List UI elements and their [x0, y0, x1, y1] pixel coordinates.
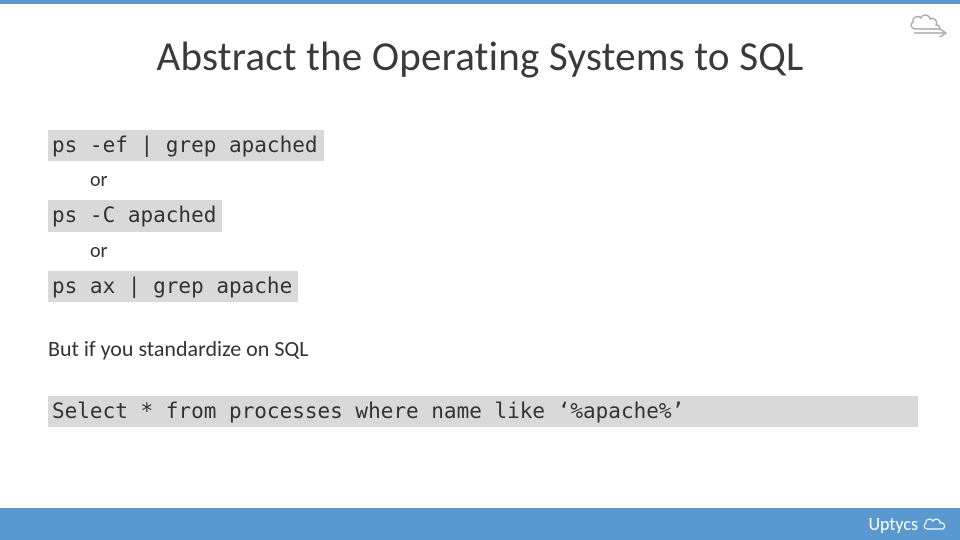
sql-code-text: Select * from processes where name like … [48, 396, 918, 427]
code-text: ps ax | grep apache [48, 271, 298, 302]
code-text: ps -C apached [48, 200, 222, 231]
or-separator: or [48, 167, 912, 194]
code-line-3: ps ax | grep apache [48, 271, 912, 302]
brand-text: Uptycs [868, 513, 918, 535]
brand-logo: Uptycs [868, 513, 948, 535]
cloud-icon [922, 516, 948, 532]
subhead-text: But if you standardize on SQL [48, 334, 912, 364]
code-text: ps -ef | grep apached [48, 130, 324, 161]
slide-content: ps -ef | grep apached or ps -C apached o… [48, 130, 912, 433]
code-line-1: ps -ef | grep apached [48, 130, 912, 161]
sql-code-line: Select * from processes where name like … [48, 396, 912, 427]
footer-bar: Uptycs [0, 508, 960, 540]
slide-title: Abstract the Operating Systems to SQL [0, 32, 960, 82]
code-line-2: ps -C apached [48, 200, 912, 231]
top-accent-bar [0, 0, 960, 4]
or-separator: or [48, 238, 912, 265]
